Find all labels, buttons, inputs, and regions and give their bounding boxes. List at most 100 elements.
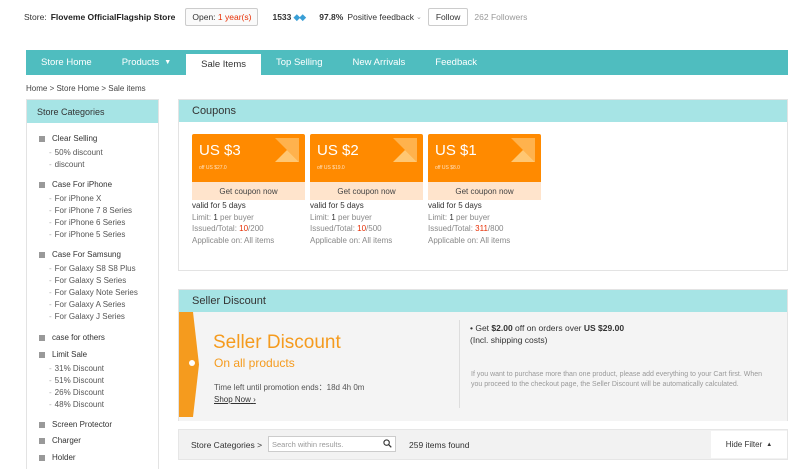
category-holder[interactable]: Holder bbox=[39, 453, 76, 462]
coupon-card: US $3 off US $27.0 Get coupon now valid … bbox=[192, 134, 305, 246]
subcategory-item[interactable]: - For Galaxy Note Series bbox=[49, 288, 138, 297]
square-bullet-icon bbox=[39, 334, 45, 341]
square-bullet-icon bbox=[39, 421, 45, 428]
nav-products[interactable]: Products ▼ bbox=[107, 50, 186, 75]
search-within-results-input[interactable] bbox=[268, 436, 396, 452]
square-bullet-icon bbox=[39, 351, 45, 358]
category-case-for-iphone[interactable]: Case For iPhone bbox=[39, 180, 112, 189]
nav-sale-items[interactable]: Sale Items bbox=[186, 54, 262, 75]
subcategory-label: 48% Discount bbox=[54, 400, 105, 409]
square-bullet-icon bbox=[39, 454, 45, 461]
subcategory-item[interactable]: -48% Discount bbox=[49, 400, 104, 409]
square-bullet-icon bbox=[39, 437, 45, 444]
feedback-label[interactable]: Positive feedback bbox=[347, 12, 414, 22]
nav-new-arrivals[interactable]: New Arrivals bbox=[338, 50, 421, 75]
breadcrumb[interactable]: Home > Store Home > Sale items bbox=[26, 84, 146, 93]
diamond-rating-icon: ◆◆ bbox=[293, 11, 306, 22]
coupon-face: US $1 off US $8.0 bbox=[428, 134, 541, 182]
tag-hole-icon bbox=[189, 360, 195, 366]
discount-offer: • Get $2.00 off on orders over US $29.00… bbox=[470, 323, 625, 345]
coupon-issued: Issued/Total: 311/800 bbox=[428, 224, 504, 233]
category-charger[interactable]: Charger bbox=[39, 436, 81, 445]
chevron-down-icon[interactable]: ⌄ bbox=[416, 13, 422, 21]
coupon-min-order: off US $27.0 bbox=[199, 165, 227, 171]
square-bullet-icon bbox=[39, 181, 45, 188]
category-label: Screen Protector bbox=[52, 420, 113, 429]
coupon-amount: US $2 bbox=[317, 142, 359, 159]
store-label: Store: bbox=[24, 12, 47, 22]
square-bullet-icon bbox=[39, 251, 45, 258]
category-label: Limit Sale bbox=[52, 350, 88, 359]
open-years: 1 year(s) bbox=[217, 12, 252, 22]
category-case-for-samsung[interactable]: Case For Samsung bbox=[39, 250, 121, 259]
nav-label: Store Home bbox=[41, 57, 92, 68]
category-screen-protector[interactable]: Screen Protector bbox=[39, 420, 112, 429]
category-clear-selling[interactable]: Clear Selling bbox=[39, 134, 97, 143]
coupon-decoration-icon bbox=[275, 138, 299, 162]
coupon-limit: Limit: 1 per buyer bbox=[310, 212, 372, 222]
nav-store-home[interactable]: Store Home bbox=[26, 50, 107, 75]
shop-now-link[interactable]: Shop Now › bbox=[214, 395, 256, 404]
subcategory-item[interactable]: - For iPhone X bbox=[49, 194, 101, 203]
subcategory-item[interactable]: - For Galaxy S Series bbox=[49, 276, 126, 285]
subcategory-item[interactable]: - For iPhone 5 Series bbox=[49, 230, 125, 239]
follow-button[interactable]: Follow bbox=[427, 8, 469, 26]
coupon-applicable: Applicable on: All items bbox=[310, 235, 393, 245]
category-label: Clear Selling bbox=[52, 134, 98, 143]
subcategory-label: 26% Discount bbox=[54, 388, 105, 397]
subcategory-item[interactable]: - For Galaxy J Series bbox=[49, 312, 125, 321]
coupon-validity: valid for 5 days bbox=[428, 201, 482, 210]
subcategory-label: For iPhone X bbox=[54, 194, 102, 203]
subcategory-item[interactable]: - For Galaxy S8 S8 Plus bbox=[49, 264, 136, 273]
coupon-min-order: off US $8.0 bbox=[435, 165, 460, 171]
coupon-card: US $1 off US $8.0 Get coupon now valid f… bbox=[428, 134, 541, 246]
subcategory-label: For iPhone 6 Series bbox=[54, 218, 126, 227]
nav-top-selling[interactable]: Top Selling bbox=[261, 50, 337, 75]
divider bbox=[459, 320, 460, 408]
subcategory-label: For Galaxy S Series bbox=[54, 276, 127, 285]
coupon-applicable: Applicable on: All items bbox=[428, 235, 511, 245]
feedback-percent: 97.8% bbox=[319, 12, 344, 22]
coupon-validity: valid for 5 days bbox=[192, 201, 246, 210]
subcategory-item[interactable]: - For iPhone 7 8 Series bbox=[49, 206, 132, 215]
subcategory-label: discount bbox=[54, 160, 85, 169]
category-label: Holder bbox=[52, 453, 76, 462]
coupons-panel: Coupons US $3 off US $27.0 Get coupon no… bbox=[178, 99, 788, 271]
store-categories-link[interactable]: Store Categories > bbox=[191, 440, 262, 450]
caret-down-icon: ▼ bbox=[164, 59, 172, 66]
coupon-limit: Limit: 1 per buyer bbox=[428, 212, 490, 222]
nav-feedback[interactable]: Feedback bbox=[420, 50, 492, 75]
category-case-for-others[interactable]: case for others bbox=[39, 333, 105, 342]
nav-label: Top Selling bbox=[276, 57, 323, 68]
subcategory-label: For iPhone 7 8 Series bbox=[54, 206, 133, 215]
subcategory-item[interactable]: - discount bbox=[49, 160, 84, 169]
nav-label: Feedback bbox=[435, 57, 478, 68]
category-label: case for others bbox=[52, 333, 105, 342]
subcategory-item[interactable]: -51% Discount bbox=[49, 376, 104, 385]
subcategory-item[interactable]: - For Galaxy A Series bbox=[49, 300, 125, 309]
subcategory-item[interactable]: -26% Discount bbox=[49, 388, 104, 397]
search-icon[interactable] bbox=[383, 439, 392, 448]
nav-label: Sale Items bbox=[201, 59, 247, 70]
coupon-min-order: off US $19.0 bbox=[317, 165, 345, 171]
nav-label: New Arrivals bbox=[352, 57, 406, 68]
subcategory-item[interactable]: -50% discount bbox=[49, 148, 103, 157]
get-coupon-button[interactable]: Get coupon now bbox=[310, 182, 423, 200]
coupon-issued: Issued/Total: 10/500 bbox=[310, 224, 382, 233]
chevron-right-icon: › bbox=[253, 395, 256, 404]
seller-discount-banner-title: Seller Discount bbox=[213, 332, 341, 353]
open-prefix: Open: bbox=[192, 12, 218, 22]
nav-label: Products bbox=[121, 57, 160, 68]
hide-filter-button[interactable]: Hide Filter ▲ bbox=[711, 431, 787, 458]
get-coupon-button[interactable]: Get coupon now bbox=[192, 182, 305, 200]
coupon-amount: US $1 bbox=[435, 142, 477, 159]
subcategory-label: For iPhone 5 Series bbox=[54, 230, 126, 239]
subcategory-item[interactable]: - For iPhone 6 Series bbox=[49, 218, 125, 227]
coupon-limit: Limit: 1 per buyer bbox=[192, 212, 254, 222]
category-limit-sale[interactable]: Limit Sale bbox=[39, 350, 87, 359]
seller-discount-title: Seller Discount bbox=[179, 290, 787, 312]
subcategory-item[interactable]: -31% Discount bbox=[49, 364, 104, 373]
store-name[interactable]: Floveme OfficialFlagship Store bbox=[51, 12, 176, 22]
get-coupon-button[interactable]: Get coupon now bbox=[428, 182, 541, 200]
store-nav: Store Home Products ▼ Sale Items Top Sell… bbox=[26, 50, 788, 75]
